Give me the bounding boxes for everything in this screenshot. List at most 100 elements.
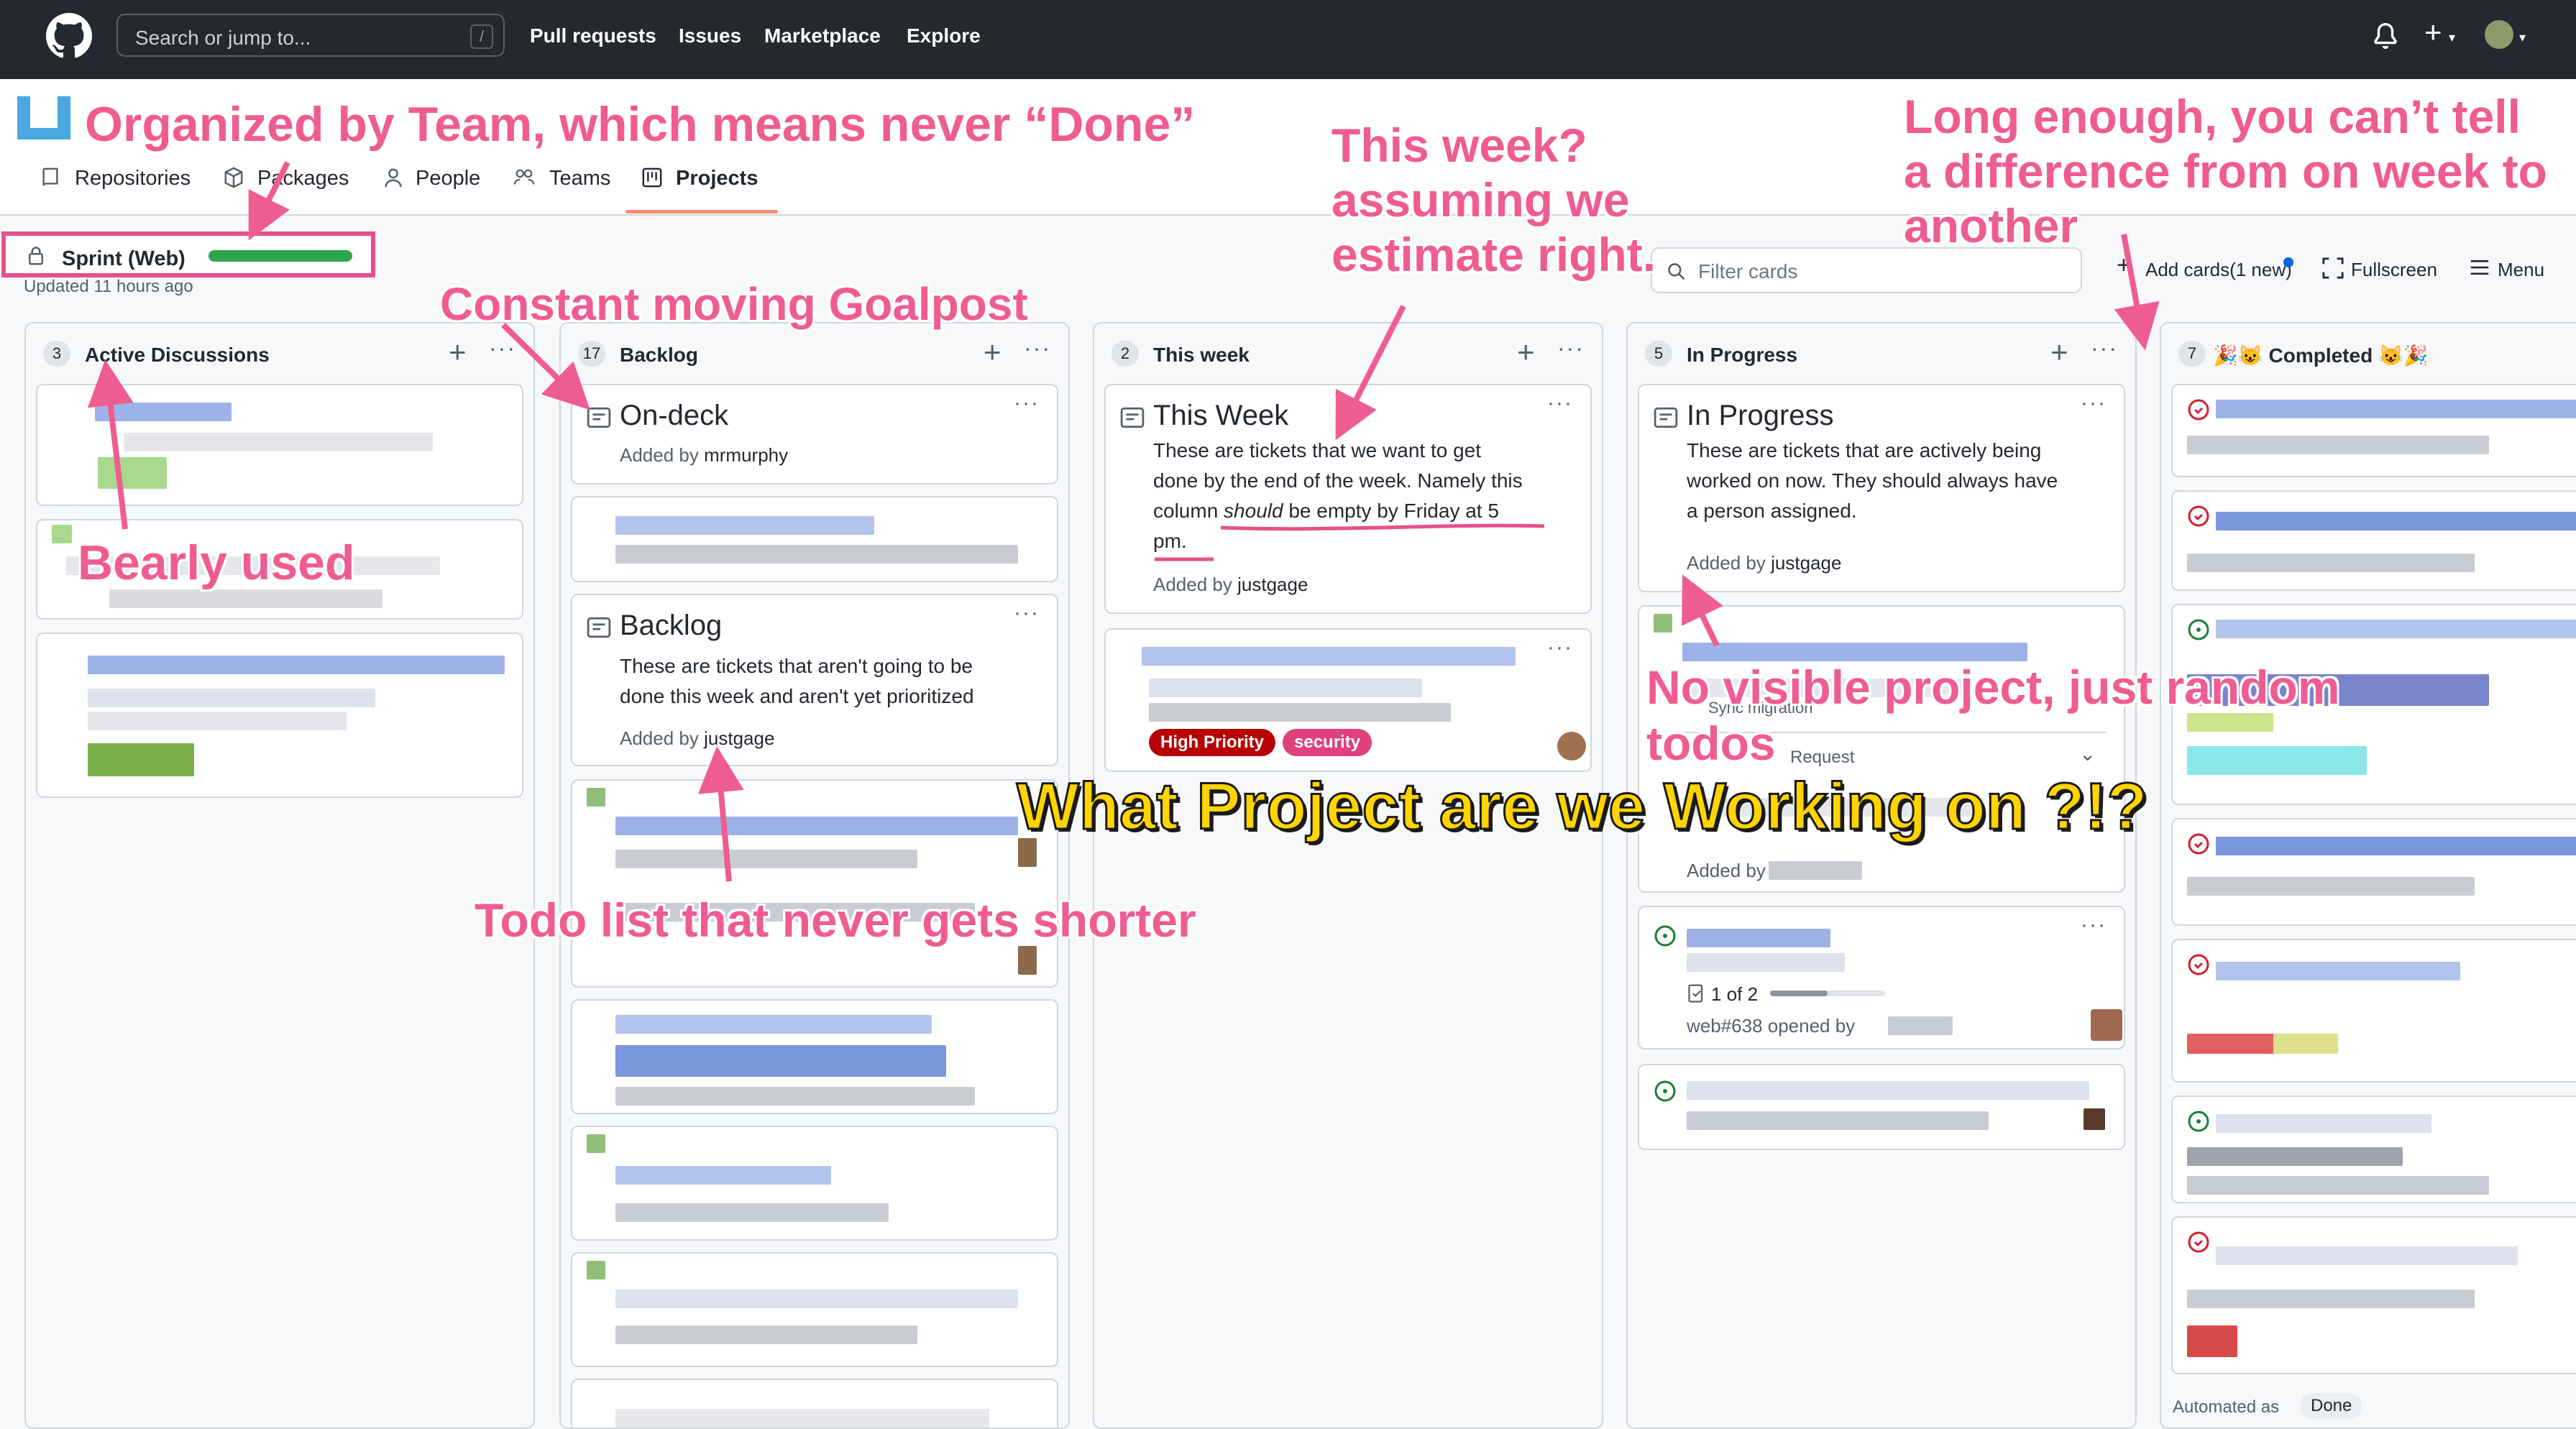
column-count: 2 bbox=[1111, 341, 1139, 367]
issue-card[interactable]: ··· High Priority security bbox=[1104, 628, 1592, 772]
card-body-line: These are tickets that are actively bein… bbox=[1687, 439, 2042, 461]
column-menu-icon[interactable]: ··· bbox=[489, 335, 516, 362]
search-placeholder: Search or jump to... bbox=[135, 27, 311, 49]
note-icon bbox=[1654, 407, 1678, 428]
note-card-in-progress[interactable]: In Progress ··· These are tickets that a… bbox=[1638, 384, 2125, 592]
tab-projects[interactable]: Projects bbox=[676, 167, 758, 190]
column-menu-icon[interactable]: ··· bbox=[1024, 335, 1051, 362]
list-item[interactable] bbox=[36, 633, 523, 798]
assignee-avatar[interactable] bbox=[1557, 732, 1586, 761]
card-added-by: Added by justgage bbox=[1687, 552, 1842, 574]
issue-card[interactable] bbox=[1638, 1064, 2125, 1150]
checklist-bar bbox=[1770, 991, 1885, 996]
card-menu-icon[interactable]: ··· bbox=[2081, 391, 2107, 415]
card-menu-icon[interactable]: ··· bbox=[1547, 635, 1573, 660]
card-title: This Week bbox=[1153, 400, 1289, 431]
add-cards-plus-icon[interactable]: + bbox=[2117, 252, 2131, 280]
issue-card[interactable] bbox=[2171, 818, 2576, 926]
project-icon bbox=[642, 167, 662, 188]
project-updated-time: Updated 11 hours ago bbox=[24, 277, 193, 296]
add-cards-button[interactable]: Add cards(1 new) bbox=[2145, 259, 2292, 281]
list-item[interactable] bbox=[571, 1126, 1058, 1241]
note-icon bbox=[587, 617, 611, 638]
list-item[interactable] bbox=[571, 1379, 1058, 1428]
issue-card[interactable] bbox=[2171, 1216, 2576, 1374]
tab-people[interactable]: People bbox=[416, 167, 480, 190]
add-card-plus-icon[interactable]: + bbox=[1517, 335, 1535, 369]
nav-issues[interactable]: Issues bbox=[679, 24, 741, 47]
assignee-avatar[interactable] bbox=[2091, 1009, 2122, 1041]
tab-packages[interactable]: Packages bbox=[257, 167, 349, 190]
card-added-by: Added by justgage bbox=[620, 727, 775, 749]
avatar-caret-icon[interactable]: ▾ bbox=[2519, 30, 2526, 45]
menu-button[interactable]: Menu bbox=[2498, 259, 2544, 281]
create-new-plus-icon[interactable]: + bbox=[2424, 17, 2442, 47]
column-count: 5 bbox=[1645, 341, 1672, 367]
issue-card[interactable] bbox=[2171, 1095, 2576, 1203]
tab-active-indicator bbox=[625, 210, 778, 213]
automation-label: Automated as bbox=[2173, 1397, 2280, 1417]
github-logo-icon[interactable] bbox=[46, 13, 92, 59]
card-body-line: done this week and aren't yet prioritize… bbox=[620, 685, 974, 707]
issue-open-icon bbox=[2188, 1111, 2209, 1132]
add-card-plus-icon[interactable]: + bbox=[984, 335, 1001, 369]
card-menu-icon[interactable]: ··· bbox=[1547, 391, 1573, 415]
note-card-this-week[interactable]: This Week ··· These are tickets that we … bbox=[1104, 384, 1592, 614]
column-menu-icon[interactable]: ··· bbox=[1557, 335, 1585, 362]
column-in-progress: 5 In Progress + ··· In Progress ··· Thes… bbox=[1626, 322, 2137, 1429]
list-item[interactable] bbox=[571, 999, 1058, 1114]
filter-cards-input[interactable]: Filter cards bbox=[1651, 247, 2082, 293]
label-security[interactable]: security bbox=[1283, 729, 1372, 756]
create-caret-icon[interactable]: ▾ bbox=[2449, 30, 2455, 45]
list-item[interactable] bbox=[571, 496, 1058, 582]
tab-teams[interactable]: Teams bbox=[549, 167, 610, 190]
issue-card[interactable] bbox=[2171, 939, 2576, 1083]
list-item[interactable] bbox=[571, 779, 1058, 988]
add-card-plus-icon[interactable]: + bbox=[449, 335, 467, 369]
global-search-input[interactable]: Search or jump to... / bbox=[116, 14, 505, 57]
underline-annotation bbox=[1155, 523, 1545, 561]
automation-state-badge: Done bbox=[2301, 1393, 2362, 1419]
issue-closed-icon bbox=[2188, 505, 2209, 527]
nav-explore[interactable]: Explore bbox=[907, 24, 981, 47]
card-added-by: Added by mrmurphy bbox=[620, 444, 789, 466]
fullscreen-icon[interactable] bbox=[2322, 257, 2344, 279]
annotation-team: Organized by Team, which means never “Do… bbox=[85, 97, 1196, 152]
note-card-backlog[interactable]: Backlog ··· These are tickets that aren'… bbox=[571, 594, 1058, 766]
issue-reference: web#638 opened by bbox=[1687, 1015, 1856, 1037]
list-item[interactable] bbox=[36, 384, 523, 506]
issue-card[interactable]: ··· 1 of 2 web#638 opened by bbox=[1638, 906, 2125, 1049]
issue-card[interactable] bbox=[2171, 490, 2576, 591]
label-high-priority[interactable]: High Priority bbox=[1149, 729, 1276, 756]
column-backlog: 17 Backlog + ··· On-deck ··· Added by mr… bbox=[559, 322, 1070, 1429]
issue-closed-icon bbox=[2188, 1231, 2209, 1253]
column-count: 3 bbox=[43, 341, 70, 367]
nav-pull-requests[interactable]: Pull requests bbox=[530, 24, 656, 47]
project-name-highlight[interactable]: Sprint (Web) bbox=[1, 231, 375, 277]
column-menu-icon[interactable]: ··· bbox=[2091, 335, 2118, 362]
issue-closed-icon bbox=[2188, 833, 2209, 855]
column-title: Backlog bbox=[620, 344, 698, 366]
card-body-line: These are tickets that aren't going to b… bbox=[620, 655, 973, 677]
note-card-ondeck[interactable]: On-deck ··· Added by mrmurphy bbox=[571, 384, 1058, 484]
list-item[interactable] bbox=[571, 1252, 1058, 1367]
expand-chevron-icon[interactable]: ⌄ bbox=[2079, 742, 2096, 766]
annotation-long-line: a difference from on week to bbox=[1904, 144, 2547, 198]
fullscreen-button[interactable]: Fullscreen bbox=[2351, 259, 2437, 281]
card-menu-icon[interactable]: ··· bbox=[1014, 391, 1040, 415]
card-menu-icon[interactable]: ··· bbox=[1014, 601, 1040, 625]
tab-repositories[interactable]: Repositories bbox=[75, 167, 191, 190]
card-menu-icon[interactable]: ··· bbox=[2081, 913, 2107, 937]
issue-card[interactable] bbox=[2171, 384, 2576, 477]
notifications-bell-icon[interactable] bbox=[2373, 22, 2398, 50]
annotation-long-line: Long enough, you can’t tell bbox=[1904, 90, 2521, 143]
annotation-todo: Todo list that never gets shorter bbox=[475, 893, 1196, 947]
card-body-line: worked on now. They should always have bbox=[1687, 469, 2058, 492]
menu-icon[interactable] bbox=[2469, 257, 2490, 277]
add-card-plus-icon[interactable]: + bbox=[2050, 335, 2068, 369]
annotation-novisible-line: todos bbox=[1646, 717, 1776, 770]
nav-marketplace[interactable]: Marketplace bbox=[764, 24, 881, 47]
user-avatar[interactable] bbox=[2485, 20, 2513, 49]
filter-placeholder: Filter cards bbox=[1698, 260, 1798, 282]
column-completed: 7 🎉😺 Completed 😺🎉 Automated as Done bbox=[2160, 322, 2576, 1429]
